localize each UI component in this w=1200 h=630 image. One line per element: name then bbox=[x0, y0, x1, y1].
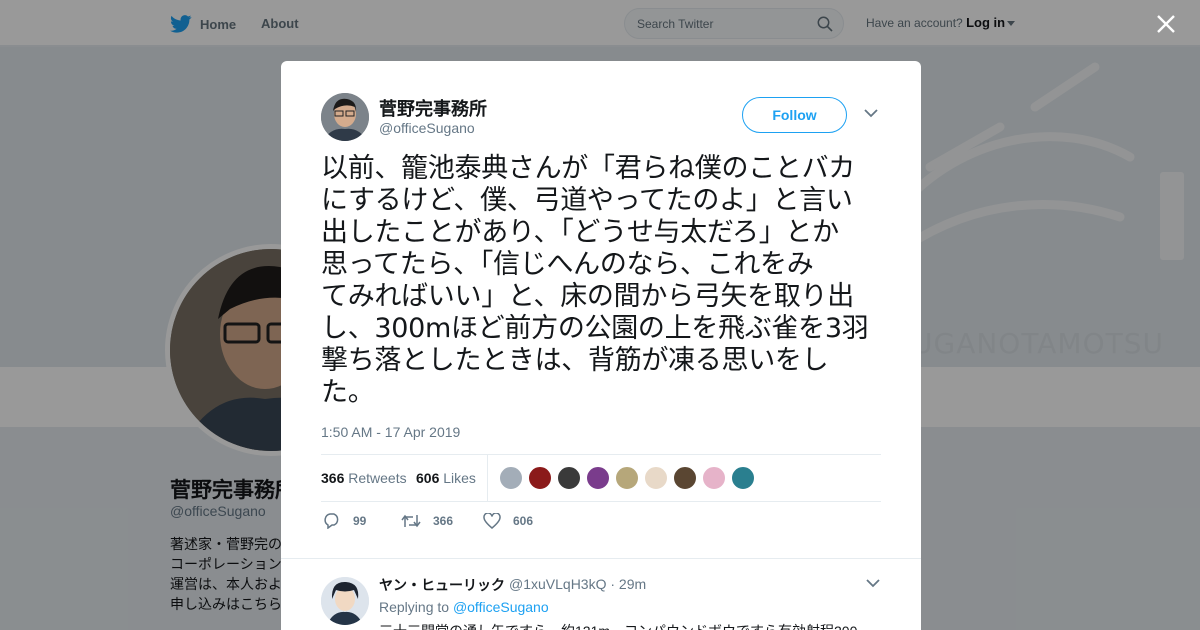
reply-tweet[interactable]: ヤン・ヒューリック @1xuVLqH3kQ · 29m Replying to … bbox=[281, 558, 921, 630]
tweet-text-line: にするけど、僕、弓道やってたのよ」と言い bbox=[321, 185, 853, 216]
reply-text: 三十三間堂の通し矢ですら、約121m。コンパウンドボウですら有効射程200 bbox=[379, 621, 879, 630]
tweet-text-line: 以前、籠池泰典さんが「君らね僕のことバカ bbox=[321, 153, 855, 184]
liker-avatar[interactable] bbox=[499, 466, 523, 490]
tweet-text-line: 撃ち落としたときは、背筋が凍る思いをし bbox=[321, 345, 829, 376]
reply-button[interactable]: 99 bbox=[323, 513, 366, 529]
retweet-button[interactable]: 366 bbox=[401, 513, 453, 529]
liker-avatar[interactable] bbox=[644, 466, 668, 490]
chevron-down-icon[interactable] bbox=[864, 108, 878, 118]
tweet-modal: 菅野完事務所 @officeSugano Follow 以前、籠池泰典さんが「君… bbox=[281, 61, 921, 630]
author-avatar[interactable] bbox=[321, 93, 369, 141]
reply-icon bbox=[324, 513, 339, 529]
liker-avatar[interactable] bbox=[528, 466, 552, 490]
liker-avatar[interactable] bbox=[702, 466, 726, 490]
replying-prefix: Replying to bbox=[379, 599, 450, 615]
like-count: 606 bbox=[513, 514, 534, 528]
likes-stat[interactable]: 606 Likes bbox=[416, 470, 476, 486]
tweet-text-line: し、300mほど前方の公園の上を飛ぶ雀を3羽 bbox=[321, 313, 869, 344]
liker-avatar[interactable] bbox=[557, 466, 581, 490]
author-handle[interactable]: @officeSugano bbox=[379, 120, 475, 136]
retweet-icon bbox=[401, 514, 421, 528]
tweet-text-line: 出したことがあり、「どうせ与太だろ」とか bbox=[321, 217, 839, 248]
liker-avatar[interactable] bbox=[586, 466, 610, 490]
tweet-text: 以前、籠池泰典さんが「君らね僕のことバカ にするけど、僕、弓道やってたのよ」と言… bbox=[321, 153, 883, 409]
close-icon[interactable] bbox=[1154, 12, 1178, 36]
stats-divider bbox=[487, 455, 488, 502]
replying-to-link[interactable]: @officeSugano bbox=[453, 599, 549, 615]
reply-count: 99 bbox=[353, 514, 367, 528]
retweet-count: 366 bbox=[433, 514, 454, 528]
liker-avatar[interactable] bbox=[673, 466, 697, 490]
tweet-text-line: てみればいい」と、床の間から弓矢を取り出 bbox=[321, 281, 854, 312]
reply-author-photo bbox=[321, 577, 369, 625]
heart-icon bbox=[483, 513, 501, 529]
reply-author-name[interactable]: ヤン・ヒューリック bbox=[379, 575, 505, 595]
liker-avatars bbox=[499, 466, 755, 490]
author-name[interactable]: 菅野完事務所 bbox=[379, 95, 487, 121]
likes-count: 606 bbox=[416, 470, 440, 486]
chevron-down-icon[interactable] bbox=[866, 578, 880, 588]
retweets-label: Retweets bbox=[348, 470, 407, 486]
retweets-count: 366 bbox=[321, 470, 345, 486]
tweet-stats: 366 Retweets 606 Likes bbox=[321, 454, 881, 502]
like-button[interactable]: 606 bbox=[483, 513, 533, 529]
follow-button[interactable]: Follow bbox=[742, 97, 847, 133]
tweet-text-line: た。 bbox=[321, 377, 375, 408]
author-photo bbox=[321, 93, 369, 141]
likes-label: Likes bbox=[443, 470, 476, 486]
reply-author-handle[interactable]: @1xuVLqH3kQ · 29m bbox=[509, 576, 646, 592]
replying-to: Replying to @officeSugano bbox=[379, 599, 549, 615]
reply-avatar[interactable] bbox=[321, 577, 369, 625]
tweet-text-line: 思ってたら、「信じへんのなら、これをみ bbox=[321, 249, 814, 280]
tweet-timestamp[interactable]: 1:50 AM - 17 Apr 2019 bbox=[321, 424, 460, 440]
liker-avatar[interactable] bbox=[615, 466, 639, 490]
liker-avatar[interactable] bbox=[731, 466, 755, 490]
retweets-stat[interactable]: 366 Retweets bbox=[321, 470, 407, 486]
